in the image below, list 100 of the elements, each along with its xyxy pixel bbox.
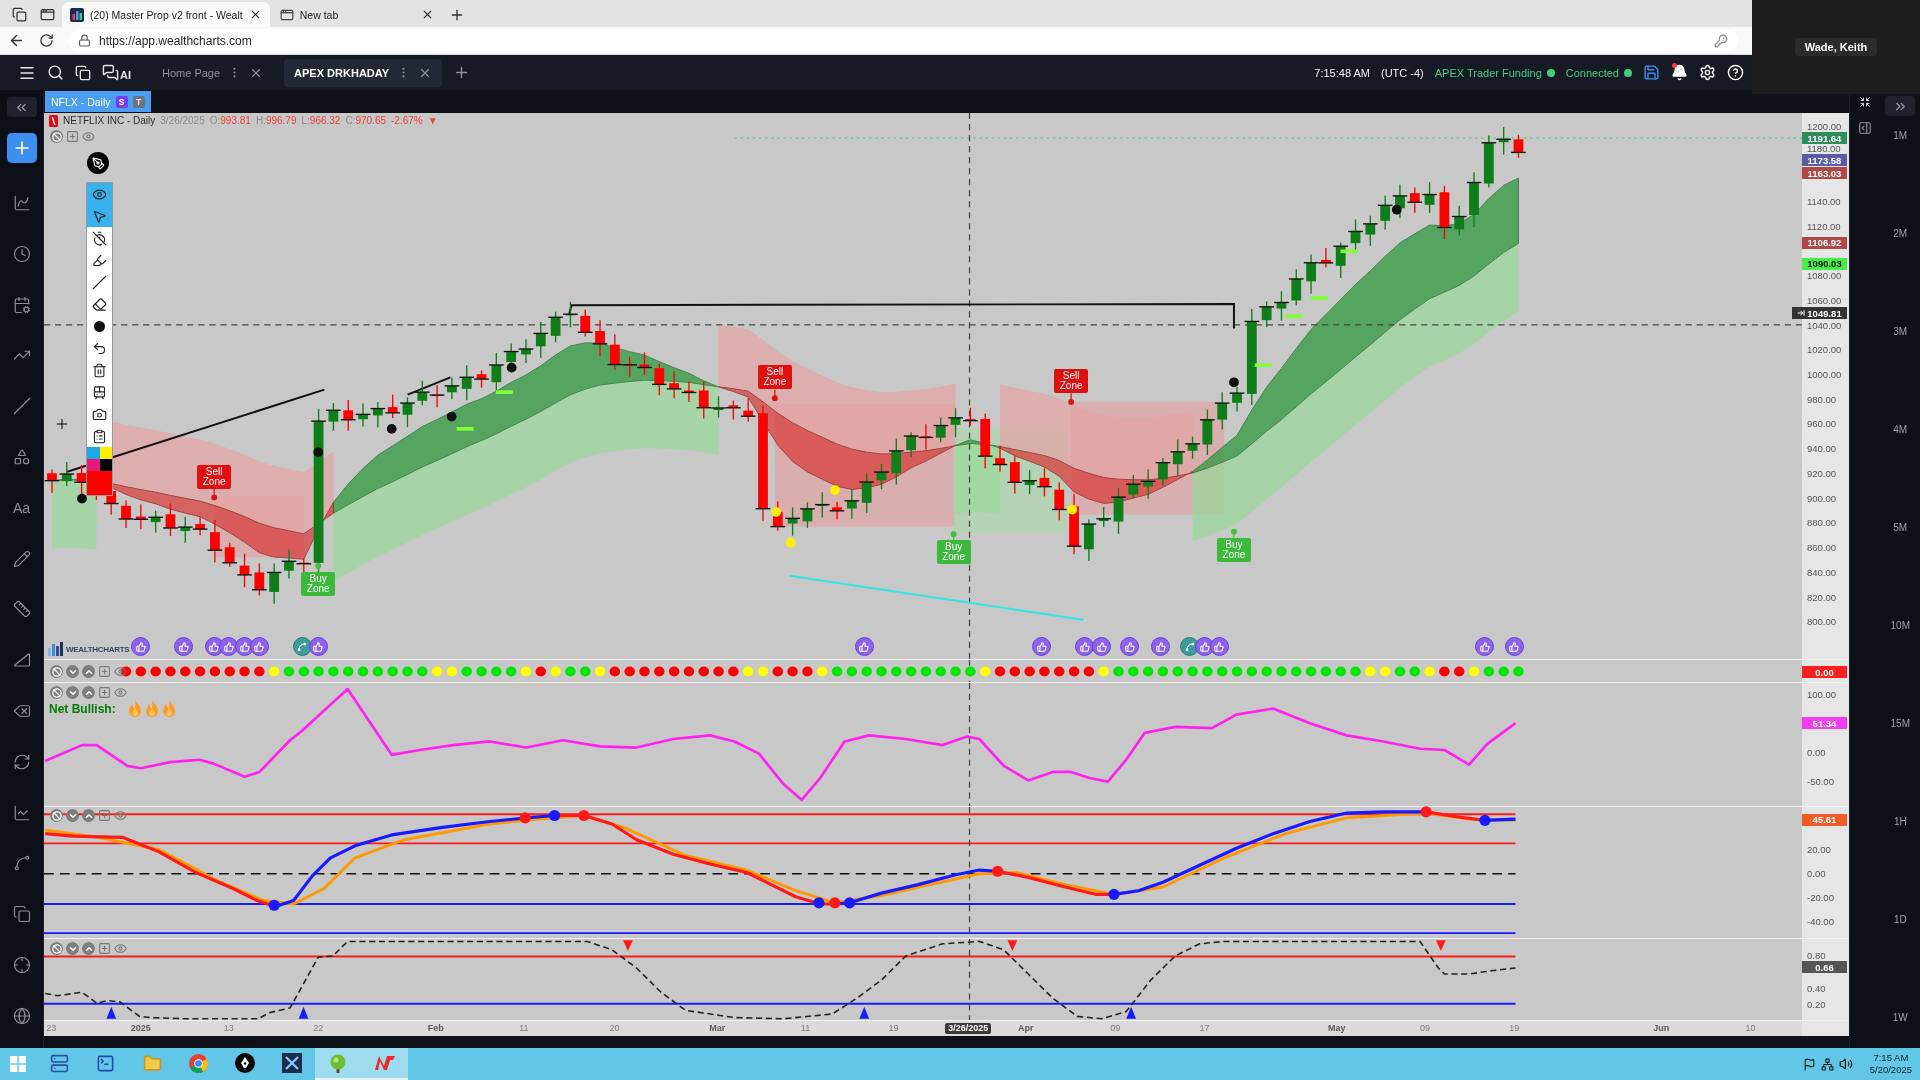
collapse-button[interactable] [6,97,37,117]
save-icon[interactable] [1643,64,1660,81]
add-button[interactable] [6,133,37,163]
crosshair-icon[interactable] [12,955,31,974]
page-icon [279,7,294,22]
axis-label: 860.00 [1807,543,1837,554]
chevron-down-icon[interactable] [66,686,79,699]
candlestick [355,402,372,428]
eye-icon [92,186,107,202]
angle-icon[interactable] [12,651,31,670]
browser-tab[interactable]: New tab [271,2,442,27]
copy-icon[interactable] [12,905,31,924]
timeframe-option[interactable]: 3M [1893,325,1908,339]
chevron-down-icon[interactable] [66,665,79,678]
shrink-icon[interactable] [1859,96,1872,108]
current-color-swatch[interactable] [87,471,112,495]
speaker-icon[interactable] [1838,1057,1853,1071]
chevron-up-icon[interactable] [82,686,95,699]
line-icon [92,274,107,290]
text-tool[interactable]: Aa [12,498,31,517]
chevron-up-icon[interactable] [82,665,95,678]
line-chart-icon[interactable] [12,803,31,822]
chevron-up-icon[interactable] [82,809,95,822]
zone-pin-icon [1068,392,1075,405]
line-tool-icon[interactable] [12,397,31,416]
back-icon[interactable] [8,32,25,49]
key-icon[interactable] [1714,33,1728,48]
plus-square-icon[interactable] [98,665,111,678]
shapes-icon[interactable] [12,448,31,466]
flag-icon[interactable] [1802,1057,1816,1071]
clock-time: 7:15 AM [1873,1052,1909,1064]
tab-actions-icon[interactable] [39,7,55,22]
network-icon[interactable] [1820,1057,1834,1071]
thumbs-up-icon [249,637,269,656]
copy-icon[interactable] [75,64,91,81]
circle-slash-icon[interactable] [50,942,63,955]
timeframe-option[interactable]: 1M [1893,129,1908,143]
settings-icon[interactable] [1699,64,1716,81]
drawing-tool-button[interactable] [87,183,112,205]
calendar-gear-icon[interactable] [12,295,31,314]
search-icon[interactable] [47,64,64,81]
timeframe-option[interactable]: 5M [1893,521,1908,535]
plus-square-icon[interactable] [66,130,79,143]
workspace-tab[interactable]: Home Page [152,58,274,87]
pen-nib-icon[interactable] [87,152,109,174]
eye-icon[interactable] [114,665,127,678]
workspace-tab[interactable]: APEX DRKHADAY [284,58,443,87]
folder-icon [142,1053,162,1073]
eye-icon[interactable] [82,130,95,143]
circle-slash-icon[interactable] [50,686,63,699]
bell-icon[interactable] [1671,64,1688,81]
timeframe-option[interactable]: 1D [1893,913,1907,927]
workspaces-icon[interactable] [11,7,27,22]
indicator-chart-icon[interactable] [12,194,31,212]
help-icon[interactable] [1727,64,1744,81]
color-swatch[interactable] [87,459,100,471]
plus-square-icon[interactable] [98,809,111,822]
signal-dash-icon [1254,363,1272,367]
browser-tab[interactable]: (20) Master Prop v2 front - Wealt [62,2,270,27]
price-badge: 0.00 [1802,666,1847,679]
chart-tab[interactable]: NFLX - Daily S T [45,91,151,112]
node-line-icon[interactable] [12,854,31,873]
timeframe-option[interactable]: 1H [1893,815,1907,829]
eye-icon[interactable] [114,686,127,699]
circle-slash-icon[interactable] [50,665,63,678]
timeframe-option[interactable]: 10M [1890,619,1910,633]
timeframe-option[interactable]: 2M [1893,227,1908,241]
chevron-down-icon[interactable] [66,809,79,822]
pencil-icon[interactable] [12,549,31,568]
address-field[interactable]: https://app.wealthcharts.com [68,29,1738,52]
thumbs-up-icon [1120,637,1140,656]
participant-name: Wade, Keith [1794,38,1878,56]
crossover-dot-icon [992,865,1004,877]
drawing-tool-button[interactable] [87,205,112,227]
axis-label: 0.40 [1807,983,1826,994]
eye-icon[interactable] [114,809,127,822]
symbol-logo-icon [49,115,58,127]
side-panel-icon[interactable] [1858,121,1873,135]
eye-icon[interactable] [114,942,127,955]
plus-square-icon[interactable] [98,942,111,955]
refresh-icon[interactable] [12,752,31,771]
plus-square-icon[interactable] [98,686,111,699]
crossover-dot-icon [829,897,841,909]
timeframe-option[interactable]: 15M [1890,717,1910,731]
chevron-up-icon[interactable] [82,942,95,955]
expand-button[interactable] [1885,96,1916,116]
ai-assistant-button[interactable]: AI [102,64,131,81]
ruler-icon[interactable] [12,600,31,619]
globe-icon[interactable] [12,1006,31,1025]
clock-icon[interactable] [12,244,31,263]
circle-slash-icon[interactable] [50,809,63,822]
thumbs-up-icon [1209,637,1229,656]
circle-slash-icon[interactable] [50,130,63,143]
candlestick [369,401,386,429]
timeframe-option[interactable]: 4M [1893,423,1908,437]
chevron-down-icon[interactable] [66,942,79,955]
reload-icon[interactable] [39,33,54,48]
sell-zone-label: Sell Zone [757,365,792,390]
timeframe-option[interactable]: 1W [1892,1011,1908,1025]
color-swatch[interactable] [87,447,100,459]
